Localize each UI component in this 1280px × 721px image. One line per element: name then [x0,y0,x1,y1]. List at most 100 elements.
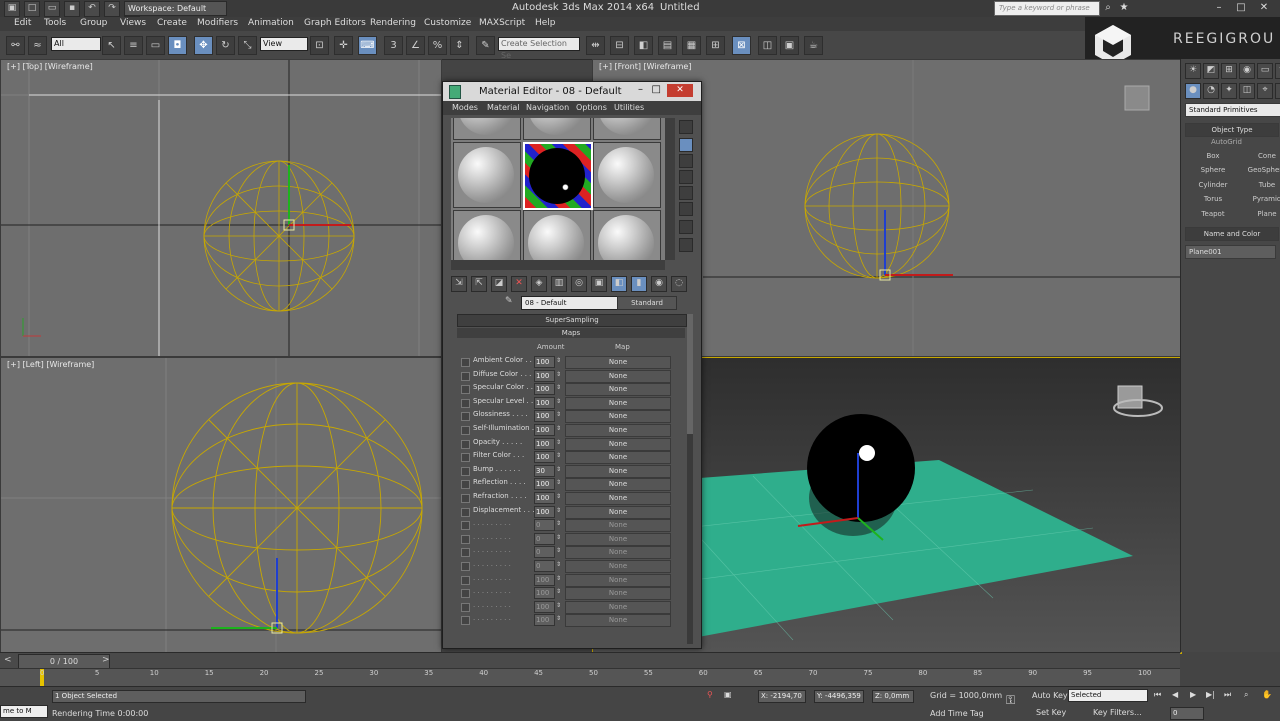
select-manipulate-icon[interactable]: ✛ [334,36,353,55]
map-slot-button[interactable]: None [565,600,671,614]
key-icon[interactable]: ⚿ [1006,693,1015,708]
object-type-rollout[interactable]: Object Type [1185,123,1279,137]
material-type-button[interactable]: Standard [617,296,677,310]
play-icon[interactable]: ▶ [1190,690,1196,699]
map-enable-checkbox[interactable] [461,398,470,408]
map-slot-button[interactable]: None [565,492,671,505]
sample-slot[interactable] [453,142,521,208]
modify-tab-icon[interactable]: ◩ [1203,63,1219,79]
render-setup-icon[interactable]: ◫ [758,36,777,55]
lock-selection-icon[interactable]: ⚲ [707,690,713,699]
put-to-library-icon[interactable]: ▥ [551,276,567,292]
y-coordinate-field[interactable]: Y: -4496,359 [814,690,864,703]
auto-key-button[interactable]: Auto Key [1032,691,1068,700]
spinner-icon[interactable]: ⇕ [556,371,561,378]
map-slot-button[interactable]: None [565,546,671,560]
rect-selection-icon[interactable]: ▭ [146,36,165,55]
assign-to-selection-icon[interactable]: ◪ [491,276,507,292]
map-slot-button[interactable]: None [565,424,671,437]
next-frame-icon[interactable]: > [102,655,110,665]
sample-slot[interactable] [453,210,521,260]
pivot-center-icon[interactable]: ⊡ [310,36,329,55]
utilities-tab-icon[interactable]: ⚒ [1275,63,1280,79]
material-editor-titlebar[interactable]: Material Editor - 08 - Default – □ ✕ [443,82,701,101]
get-material-icon[interactable]: ⇲ [451,276,467,292]
maximize-icon[interactable]: □ [652,84,661,95]
map-amount-field[interactable]: 100 [534,492,555,504]
map-amount-field[interactable]: 100 [534,424,555,436]
torus-button[interactable]: Torus [1193,194,1233,205]
keyboard-shortcut-icon[interactable]: ⌨ [358,36,377,55]
material-name-field[interactable]: 08 - Default [521,296,618,310]
sample-slot[interactable] [593,142,661,208]
map-enable-checkbox[interactable] [461,466,470,476]
spinner-snap-icon[interactable]: ⇕ [450,36,469,55]
helpers-icon[interactable]: ⌖ [1257,83,1273,99]
spinner-icon[interactable]: ⇕ [556,411,561,418]
open-file-icon[interactable]: ▭ [44,1,60,17]
backlight-icon[interactable] [679,138,693,152]
select-scale-icon[interactable]: ⤡ [238,36,257,55]
map-slot-button[interactable]: None [565,410,671,424]
map-slot-button[interactable]: None [565,587,671,601]
background-icon[interactable] [679,154,693,168]
put-to-scene-icon[interactable]: ⇱ [471,276,487,292]
sample-slot[interactable] [593,118,661,140]
new-file-icon[interactable]: □ [24,1,40,17]
shapes-icon[interactable]: ◔ [1203,83,1219,99]
spinner-icon[interactable]: ⇕ [556,479,561,486]
map-enable-checkbox[interactable] [461,534,470,544]
menu-edit[interactable]: Edit [14,18,31,28]
map-enable-checkbox[interactable] [461,589,470,599]
map-enable-checkbox[interactable] [461,494,470,503]
material-effects-channel-icon[interactable]: ◎ [571,276,587,292]
angle-snap-icon[interactable]: ∠ [406,36,425,55]
show-shaded-icon[interactable]: ▣ [591,276,607,292]
close-icon[interactable]: ✕ [667,84,693,97]
geosphere-button[interactable]: GeoSphere [1247,165,1280,176]
cylinder-button[interactable]: Cylinder [1193,180,1233,191]
go-to-start-icon[interactable]: ⏮ [1154,690,1161,700]
spinner-icon[interactable]: ⇕ [556,520,561,527]
map-slot-button[interactable]: None [565,560,671,573]
sample-slot-active[interactable] [523,142,593,210]
spinner-icon[interactable]: ⇕ [556,452,561,459]
spinner-icon[interactable]: ⇕ [556,575,561,582]
close-icon[interactable]: ✕ [1256,1,1272,15]
make-preview-icon[interactable] [679,202,693,216]
material-editor-icon[interactable]: ⊠ [732,36,751,55]
add-time-tag[interactable]: Add Time Tag [930,709,984,718]
viewport-top[interactable]: [+] [Top] [Wireframe] [0,59,442,357]
object-name-field[interactable]: Plane001 [1185,245,1276,259]
key-filters-button[interactable]: Key Filters... [1093,708,1142,717]
rendered-frame-icon[interactable]: ▣ [780,36,799,55]
me-menu-options[interactable]: Options [576,103,607,112]
map-enable-checkbox[interactable] [461,439,470,449]
slots-vertical-scrollbar[interactable] [665,118,675,260]
selection-filter-dropdown[interactable]: All [51,37,101,51]
map-amount-field[interactable]: 100 [534,573,555,586]
snaps-toggle-icon[interactable]: 3 [384,36,403,55]
menu-group[interactable]: Group [80,18,107,28]
map-enable-checkbox[interactable] [461,480,470,490]
menu-maxscript[interactable]: MAXScript [479,18,525,28]
map-amount-field[interactable]: 100 [534,478,555,491]
go-forward-sibling-icon[interactable]: ◉ [651,276,667,292]
map-slot-button[interactable]: None [565,451,671,465]
geometry-icon[interactable]: ● [1185,83,1201,99]
map-amount-field[interactable]: 100 [534,383,555,396]
plane-button[interactable]: Plane [1247,209,1280,220]
map-enable-checkbox[interactable] [461,575,470,585]
hierarchy-tab-icon[interactable]: ⊞ [1221,63,1237,79]
map-slot-button[interactable]: None [565,532,671,546]
map-slot-button[interactable]: None [565,437,671,451]
map-slot-button[interactable]: None [565,464,671,478]
set-key-button[interactable]: Set Key [1036,708,1066,717]
map-amount-field[interactable]: 100 [534,587,555,600]
me-menu-navigation[interactable]: Navigation [526,103,569,112]
menu-animation[interactable]: Animation [248,18,294,28]
name-color-rollout[interactable]: Name and Color [1185,227,1279,241]
layer-manager-icon[interactable]: ▤ [658,36,677,55]
pick-from-object-icon[interactable]: ◌ [671,276,687,292]
spinner-icon[interactable]: ⇕ [556,561,561,568]
